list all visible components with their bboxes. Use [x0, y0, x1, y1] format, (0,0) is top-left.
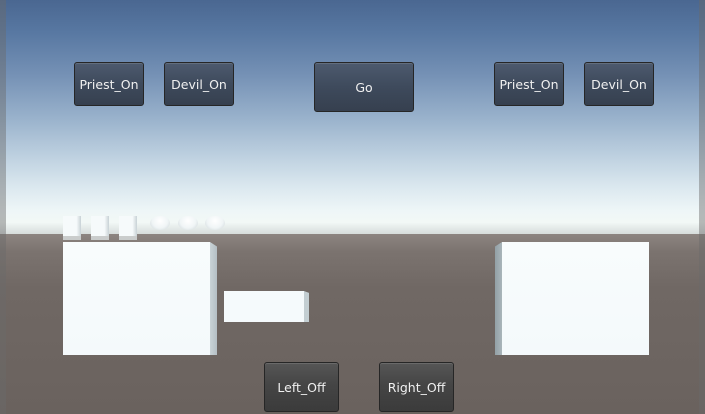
left-shore-block [63, 242, 210, 355]
priest-cube [91, 216, 109, 240]
viewport-border-left [0, 0, 6, 414]
skybox [0, 0, 705, 234]
viewport-border-right [699, 0, 705, 414]
devil-sphere [205, 216, 225, 230]
right-shore-block [502, 242, 649, 355]
game-viewport: Priest_On Devil_On Go Priest_On Devil_On… [0, 0, 705, 414]
left-off-button[interactable]: Left_Off [264, 362, 339, 412]
right-off-button[interactable]: Right_Off [379, 362, 454, 412]
priest-on-left-button[interactable]: Priest_On [74, 62, 144, 106]
devil-on-left-button[interactable]: Devil_On [164, 62, 234, 106]
devil-on-right-button[interactable]: Devil_On [584, 62, 654, 106]
boat-side [304, 291, 309, 322]
devil-sphere [178, 216, 198, 230]
priest-cube [119, 216, 137, 240]
priest-cube [63, 216, 81, 240]
right-shore-block-side [495, 242, 502, 355]
boat [224, 291, 304, 322]
left-shore-block-side [210, 242, 217, 355]
go-button[interactable]: Go [314, 62, 414, 112]
priest-on-right-button[interactable]: Priest_On [494, 62, 564, 106]
devil-sphere [150, 216, 170, 230]
